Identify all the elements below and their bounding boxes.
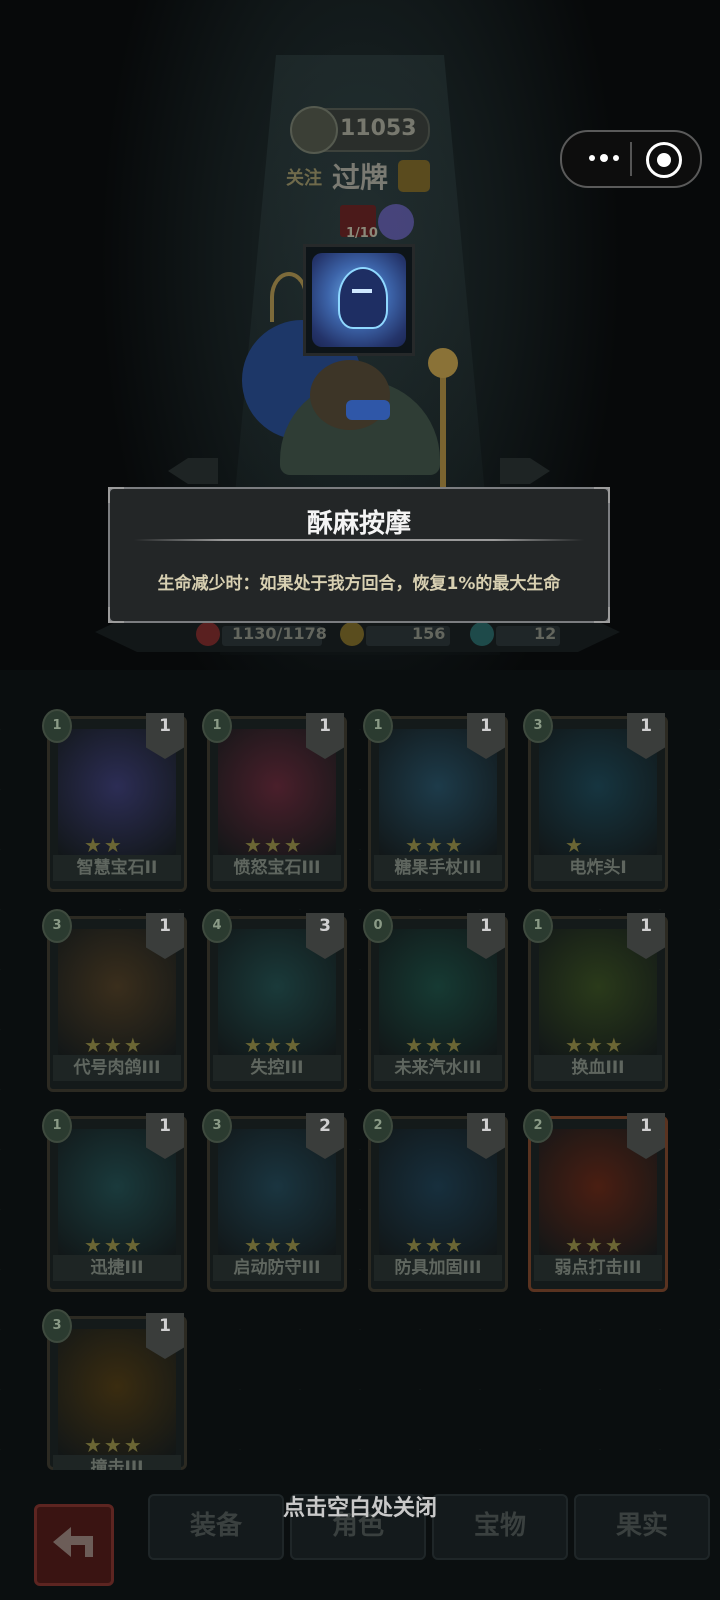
card-cost: 2 <box>363 1109 393 1143</box>
tooltip-corner <box>594 607 610 623</box>
card-item[interactable]: ★★★ 启动防守III 3 2 <box>202 1109 347 1292</box>
relic-counter: 1/10 <box>346 226 378 241</box>
card-name: 电炸头I <box>534 855 662 881</box>
edit-icon[interactable] <box>398 160 430 192</box>
card-item[interactable]: ★★★ 防具加固III 2 1 <box>363 1109 508 1292</box>
card-cost: 4 <box>202 909 232 943</box>
tooltip-divider <box>134 539 584 541</box>
character-staff <box>440 370 446 490</box>
orb-icon <box>378 204 414 240</box>
card-stars: ★★★ <box>405 1033 465 1057</box>
staff-orb <box>428 348 458 378</box>
card-item[interactable]: ★★★ 糖果手杖III 1 1 <box>363 709 508 892</box>
back-arrow-icon <box>53 1527 93 1557</box>
card-item[interactable]: ★★★ 代号肉鸽III 3 1 <box>42 909 187 1092</box>
tooltip-title: 酥麻按摩 <box>306 509 411 539</box>
card-item[interactable]: ★ 电炸头I 3 1 <box>523 709 668 892</box>
sword-icon <box>340 622 364 646</box>
skill-tooltip: 酥麻按摩 生命减少时：如果处于我方回合，恢复1%的最大生命 <box>108 487 610 623</box>
card-name: 代号肉鸽III <box>53 1055 181 1081</box>
card-stars: ★★★ <box>244 1033 304 1057</box>
card-name: 弱点打击III <box>534 1255 662 1281</box>
hp-value: 1130/1178 <box>232 624 327 643</box>
card-item[interactable]: ★★★ 迅捷III 1 1 <box>42 1109 187 1292</box>
shield-icon <box>470 622 494 646</box>
heart-icon <box>196 622 220 646</box>
tooltip-corner <box>108 607 124 623</box>
card-name: 启动防守III <box>213 1255 341 1281</box>
card-name: 愤怒宝石III <box>213 855 341 881</box>
card-cost: 1 <box>202 709 232 743</box>
card-name: 糖果手杖III <box>374 855 502 881</box>
card-cost: 1 <box>42 709 72 743</box>
card-cost: 1 <box>42 1109 72 1143</box>
tooltip-description: 生命减少时：如果处于我方回合，恢复1%的最大生命 <box>157 574 561 594</box>
card-item[interactable]: ★★★ 弱点打击III 2 1 <box>523 1109 668 1292</box>
follow-button[interactable]: 关注 <box>286 164 322 190</box>
card-item[interactable]: ★★★ 撞击III 3 1 <box>42 1309 187 1481</box>
tooltip-corner <box>594 487 610 503</box>
player-name: 过牌 <box>332 161 389 194</box>
card-name: 迅捷III <box>53 1255 181 1281</box>
card-name: 防具加固III <box>374 1255 502 1281</box>
card-stars: ★★★ <box>405 1233 465 1257</box>
ghost-eye <box>352 289 372 293</box>
score-value: 11053 <box>340 116 417 141</box>
card-stars: ★★★ <box>244 833 304 857</box>
card-stars: ★★★ <box>84 1033 144 1057</box>
skill-icon[interactable] <box>303 244 415 356</box>
tooltip-corner <box>108 487 124 503</box>
card-item[interactable]: ★★ 智慧宝石II 1 1 <box>42 709 187 892</box>
card-name: 换血III <box>534 1055 662 1081</box>
card-name: 失控III <box>213 1055 341 1081</box>
card-cost: 1 <box>363 709 393 743</box>
card-cost: 2 <box>523 1109 553 1143</box>
card-stars: ★★★ <box>565 1233 625 1257</box>
score-display: 11053 <box>290 106 430 154</box>
card-cost: 3 <box>42 1309 72 1343</box>
capsule-divider <box>630 142 632 176</box>
card-stars: ★ <box>565 833 585 857</box>
card-stars: ★★★ <box>84 1233 144 1257</box>
attack-value: 156 <box>412 624 446 643</box>
card-item[interactable]: ★★★ 愤怒宝石III 1 1 <box>202 709 347 892</box>
card-stars: ★★★ <box>565 1033 625 1057</box>
ghost-icon <box>338 267 388 329</box>
more-icon[interactable] <box>580 144 628 172</box>
card-stars: ★★★ <box>84 1433 144 1457</box>
close-target-icon[interactable] <box>646 142 682 178</box>
close-hint[interactable]: 点击空白处关闭 <box>0 1490 720 1522</box>
card-name: 智慧宝石II <box>53 855 181 881</box>
card-cost: 0 <box>363 909 393 943</box>
card-item[interactable]: ★★★ 换血III 1 1 <box>523 909 668 1092</box>
card-cost: 3 <box>42 909 72 943</box>
card-cost: 3 <box>202 1109 232 1143</box>
card-name: 未来汽水III <box>374 1055 502 1081</box>
card-item[interactable]: ★★★ 未来汽水III 0 1 <box>363 909 508 1092</box>
mini-program-capsule <box>560 130 702 188</box>
character-bow <box>346 400 390 420</box>
card-stars: ★★★ <box>405 833 465 857</box>
card-cost: 3 <box>523 709 553 743</box>
card-cost: 1 <box>523 909 553 943</box>
card-stars: ★★ <box>84 833 124 857</box>
card-item[interactable]: ★★★ 失控III 4 3 <box>202 909 347 1092</box>
card-stars: ★★★ <box>244 1233 304 1257</box>
shield-value: 12 <box>534 624 557 643</box>
trophy-icon <box>290 106 338 154</box>
